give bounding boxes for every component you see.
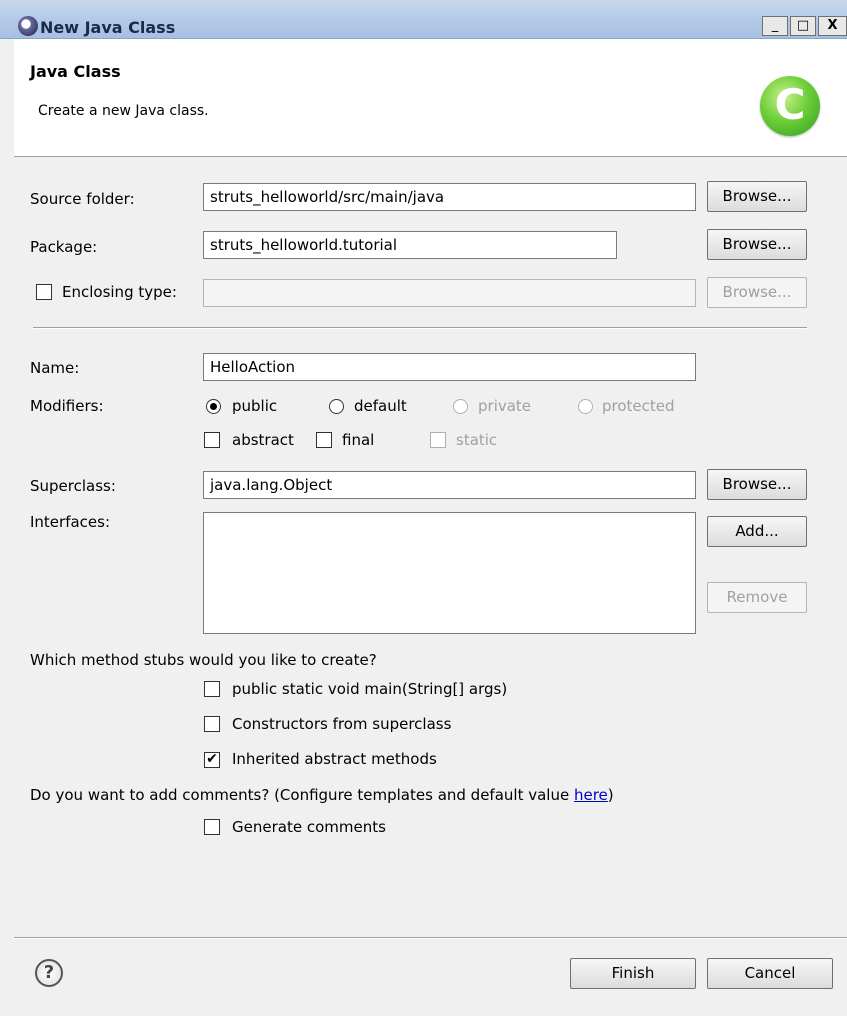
protected-radio-label: protected [602, 397, 675, 415]
configure-templates-link[interactable]: here [574, 786, 608, 804]
package-field[interactable]: struts_helloworld.tutorial [203, 231, 617, 259]
add-interface-button[interactable]: Add... [707, 516, 807, 547]
protected-radio[interactable] [578, 399, 593, 414]
footer-divider [14, 937, 847, 939]
abstract-label: abstract [232, 431, 294, 449]
enclosing-type-field[interactable] [203, 279, 696, 307]
page-title: Java Class [30, 62, 121, 81]
superclass-browse-button[interactable]: Browse... [707, 469, 807, 500]
remove-interface-button[interactable]: Remove [707, 582, 807, 613]
generate-comments-label: Generate comments [232, 818, 386, 836]
public-radio-label: public [232, 397, 278, 415]
static-checkbox[interactable] [430, 432, 446, 448]
source-folder-label: Source folder: [30, 190, 135, 208]
abstract-checkbox[interactable] [204, 432, 220, 448]
maximize-button[interactable]: □ [790, 16, 816, 36]
java-class-icon: C [760, 76, 820, 136]
enclosing-browse-button[interactable]: Browse... [707, 277, 807, 308]
final-checkbox[interactable] [316, 432, 332, 448]
modifiers-label: Modifiers: [30, 397, 104, 415]
comments-question-text: Do you want to add comments? (Configure … [30, 786, 574, 804]
header-banner [14, 39, 847, 157]
public-radio[interactable] [206, 399, 221, 414]
generate-comments-checkbox[interactable] [204, 819, 220, 835]
window-title: New Java Class [40, 18, 176, 37]
page-description: Create a new Java class. [38, 103, 209, 119]
inherited-methods-label: Inherited abstract methods [232, 750, 437, 768]
close-button[interactable]: X [818, 16, 847, 36]
enclosing-type-label: Enclosing type: [62, 283, 177, 301]
static-label: static [456, 431, 498, 449]
class-badge-letter: C [774, 80, 806, 129]
constructors-checkbox[interactable] [204, 716, 220, 732]
main-method-checkbox[interactable] [204, 681, 220, 697]
superclass-field[interactable]: java.lang.Object [203, 471, 696, 499]
inherited-methods-checkbox[interactable]: ✔ [204, 752, 220, 768]
private-radio-label: private [478, 397, 532, 415]
package-browse-button[interactable]: Browse... [707, 229, 807, 260]
source-folder-field[interactable]: struts_helloworld/src/main/java [203, 183, 696, 211]
package-label: Package: [30, 238, 98, 256]
default-radio[interactable] [329, 399, 344, 414]
name-field[interactable]: HelloAction [203, 353, 696, 381]
default-radio-label: default [354, 397, 407, 415]
final-label: final [342, 431, 375, 449]
name-label: Name: [30, 359, 80, 377]
minimize-button[interactable]: _ [762, 16, 788, 36]
enclosing-type-checkbox[interactable] [36, 284, 52, 300]
divider [33, 327, 807, 329]
interfaces-label: Interfaces: [30, 513, 111, 531]
main-method-label: public static void main(String[] args) [232, 680, 508, 698]
superclass-label: Superclass: [30, 477, 116, 495]
comments-question: Do you want to add comments? (Configure … [30, 786, 614, 804]
cancel-button[interactable]: Cancel [707, 958, 833, 989]
source-folder-browse-button[interactable]: Browse... [707, 181, 807, 212]
finish-button[interactable]: Finish [570, 958, 696, 989]
constructors-label: Constructors from superclass [232, 715, 452, 733]
eclipse-icon [18, 16, 38, 36]
interfaces-list[interactable] [203, 512, 696, 634]
help-icon[interactable]: ? [35, 959, 63, 987]
comments-question-end: ) [607, 786, 614, 804]
method-stubs-question: Which method stubs would you like to cre… [30, 651, 377, 669]
private-radio[interactable] [453, 399, 468, 414]
